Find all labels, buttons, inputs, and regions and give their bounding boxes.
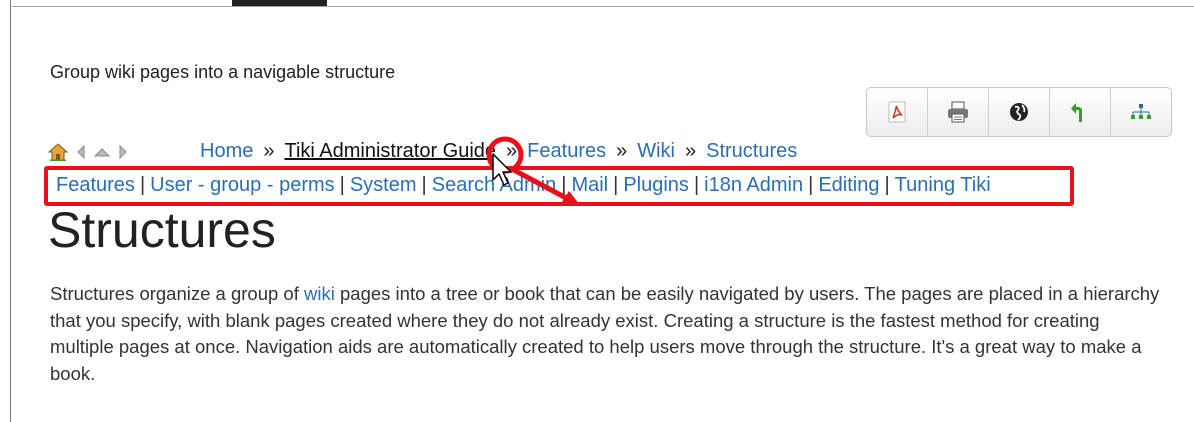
structure-navigation: [48, 143, 129, 161]
breadcrumb-structures[interactable]: Structures: [706, 140, 797, 162]
content-frame-left-border: [10, 0, 11, 422]
cropped-title-fragment: [232, 0, 327, 6]
back-button[interactable]: [1050, 88, 1111, 136]
print-button[interactable]: [928, 88, 989, 136]
structure-button[interactable]: [1111, 88, 1171, 136]
wiki-link[interactable]: wiki: [304, 283, 335, 304]
breadcrumb-wiki[interactable]: Wiki: [637, 140, 675, 162]
breadcrumb-separator: »: [506, 140, 518, 162]
intro-text-start: Structures organize a group of: [50, 283, 305, 304]
back-arrow-icon: [1071, 103, 1082, 122]
breadcrumb-home[interactable]: Home: [200, 140, 253, 162]
intro-paragraph: Structures organize a group of wiki page…: [50, 281, 1160, 387]
breadcrumb-features[interactable]: Features: [527, 140, 606, 162]
breadcrumb-separator: »: [616, 140, 628, 162]
structure-icon: [1131, 104, 1151, 119]
breadcrumb-separator: »: [685, 140, 697, 162]
globe-icon: [1010, 103, 1028, 121]
previous-icon[interactable]: [75, 145, 87, 159]
page-title: Structures: [48, 202, 276, 258]
page-actions-toolbar: [866, 87, 1172, 137]
menu-highlight-box: [44, 166, 1074, 206]
home-icon[interactable]: [48, 143, 68, 161]
page-description: Group wiki pages into a navigable struct…: [50, 62, 396, 82]
breadcrumb-separator: »: [263, 140, 275, 162]
translate-button[interactable]: [989, 88, 1050, 136]
next-icon[interactable]: [117, 145, 129, 159]
pdf-icon: [888, 101, 906, 123]
print-icon: [948, 101, 968, 123]
pdf-button[interactable]: [867, 88, 928, 136]
breadcrumb: Home » Tiki Administrator Guide » Features » W…: [200, 140, 797, 163]
parent-icon[interactable]: [94, 146, 110, 158]
content-frame-top-border: [10, 6, 1194, 7]
breadcrumb-admin-guide[interactable]: Tiki Administrator Guide: [284, 140, 496, 162]
